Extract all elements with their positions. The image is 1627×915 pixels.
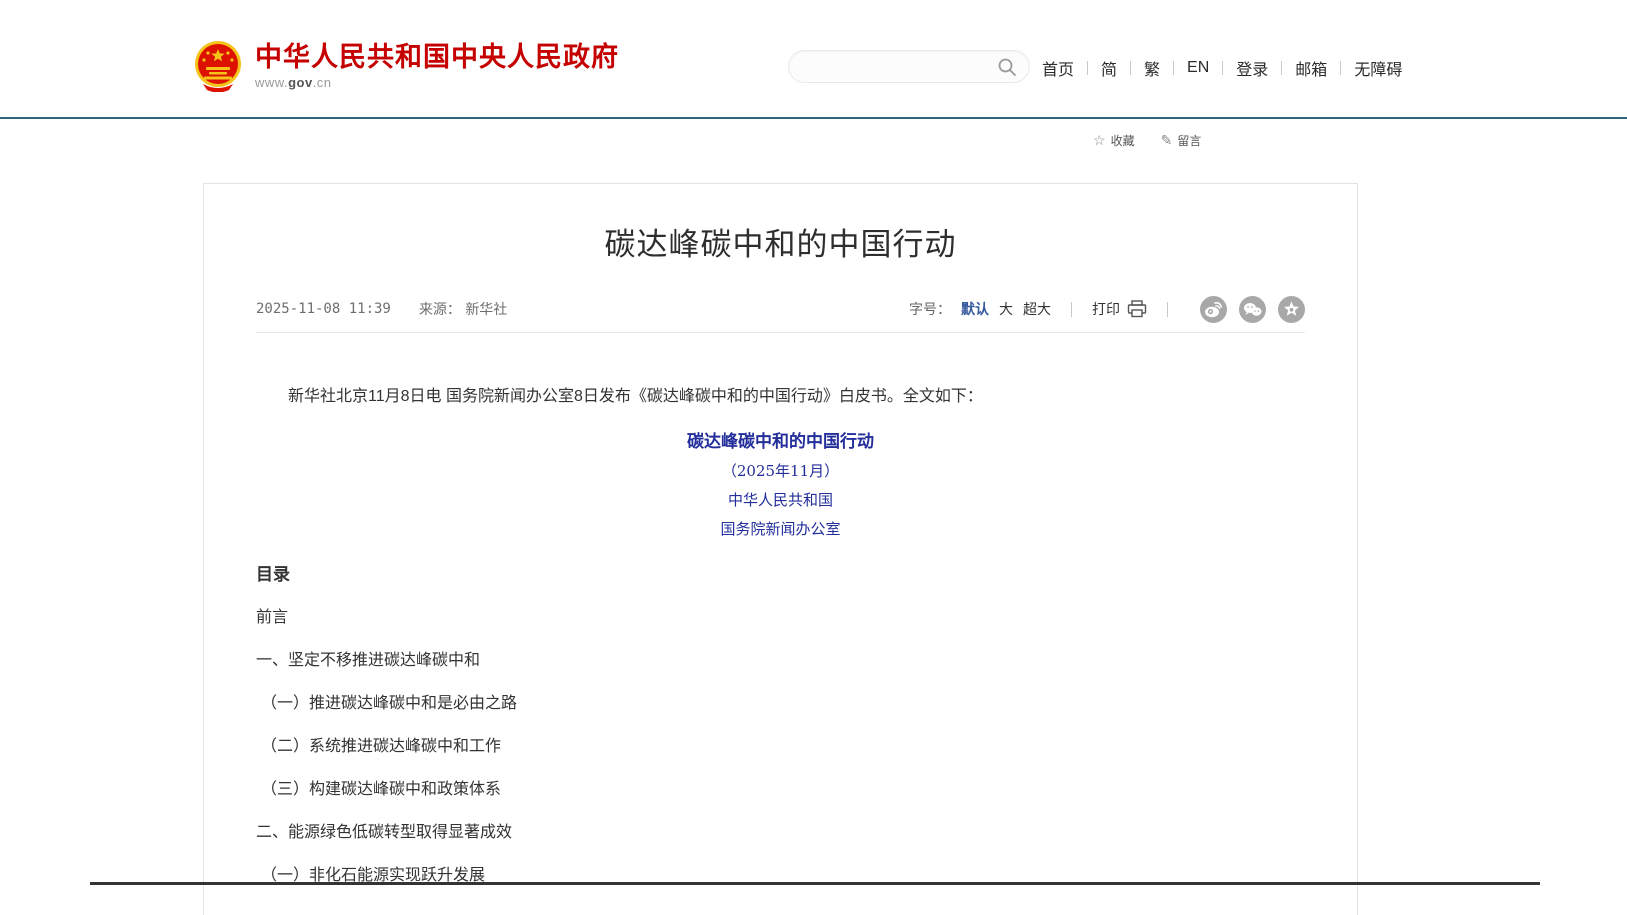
page: 中华人民共和国中央人民政府 www.gov.cn 首页 简 繁 EN 登录 [0,0,1627,915]
toc-item-chapter1-sec3: （三）构建碳达峰碳中和政策体系 [256,779,1305,801]
article-meta-left: 2025-11-08 11:39 来源： 新华社 [256,299,507,319]
toc-heading: 目录 [256,564,1305,586]
nav-home[interactable]: 首页 [1042,56,1074,80]
nav-separator [1173,61,1174,75]
meta-divider [1167,302,1168,317]
search-icon[interactable] [997,57,1017,77]
bottom-page-edge [90,882,1540,885]
toc-item-chapter2: 二、能源绿色低碳转型取得显著成效 [256,822,1305,844]
document-issuer-line1: 中华人民共和国 [256,490,1305,511]
site-title: 中华人民共和国中央人民政府 [255,42,619,72]
nav-separator [1281,61,1282,75]
document-title: 碳达峰碳中和的中国行动 [256,431,1305,453]
nav-separator [1087,61,1088,75]
article-card: 碳达峰碳中和的中国行动 2025-11-08 11:39 来源： 新华社 字号：… [203,183,1358,915]
nav-english[interactable]: EN [1187,59,1209,77]
national-emblem-icon [193,40,243,92]
favorite-button[interactable]: ☆ 收藏 [1093,132,1135,149]
site-title-block: 中华人民共和国中央人民政府 www.gov.cn [255,42,619,90]
site-url: www.gov.cn [255,75,619,90]
star-outline-icon: ☆ [1093,132,1106,149]
article-title: 碳达峰碳中和的中国行动 [204,224,1357,266]
nav-separator [1130,61,1131,75]
nav-traditional[interactable]: 繁 [1144,56,1160,80]
print-label: 打印 [1092,299,1120,319]
printer-icon [1127,300,1147,318]
article-meta-controls: 字号： 默认 大 超大 打印 [909,296,1305,323]
comment-button[interactable]: ✎ 留言 [1161,132,1202,149]
share-weibo-button[interactable] [1200,296,1227,323]
toc-item-chapter1-sec1: （一）推进碳达峰碳中和是必由之路 [256,693,1305,715]
meta-underline [256,332,1305,333]
favorite-label: 收藏 [1111,132,1135,149]
site-logo[interactable]: 中华人民共和国中央人民政府 www.gov.cn [193,40,619,92]
font-size-label: 字号： [909,299,951,319]
share-more-button[interactable] [1278,296,1305,323]
site-header: 中华人民共和国中央人民政府 www.gov.cn 首页 简 繁 EN 登录 [0,0,1627,119]
document-issuer-line2: 国务院新闻办公室 [256,519,1305,540]
weibo-icon [1200,296,1227,323]
font-size-xlarge-button[interactable]: 超大 [1023,299,1051,319]
search-box[interactable] [788,50,1030,83]
source: 来源： 新华社 [419,299,507,319]
top-nav: 首页 简 繁 EN 登录 邮箱 无障碍 [1042,56,1402,80]
toc-item-preface: 前言 [256,607,1305,629]
comment-label: 留言 [1177,132,1201,149]
source-label: 来源： [419,302,461,318]
document-date: （2025年11月） [256,461,1305,482]
wechat-icon [1239,296,1266,323]
nav-mail[interactable]: 邮箱 [1295,56,1327,80]
intro-paragraph: 新华社北京11月8日电 国务院新闻办公室8日发布《碳达峰碳中和的中国行动》白皮书… [256,385,1305,409]
search-input[interactable] [801,51,997,82]
nav-separator [1340,61,1341,75]
article-meta-row: 2025-11-08 11:39 来源： 新华社 字号： 默认 大 超大 打印 [256,294,1305,324]
toc-item-chapter1-sec2: （二）系统推进碳达峰碳中和工作 [256,736,1305,758]
source-value: 新华社 [465,302,507,318]
share-buttons [1188,296,1305,323]
share-wechat-button[interactable] [1239,296,1266,323]
font-size-default-button[interactable]: 默认 [961,299,989,319]
nav-separator [1222,61,1223,75]
meta-divider [1071,302,1072,317]
article-body: 新华社北京11月8日电 国务院新闻办公室8日发布《碳达峰碳中和的中国行动》白皮书… [256,385,1305,887]
toc-item-chapter1: 一、坚定不移推进碳达峰碳中和 [256,650,1305,672]
nav-login[interactable]: 登录 [1236,56,1268,80]
nav-simplified[interactable]: 简 [1101,56,1117,80]
print-button[interactable]: 打印 [1092,299,1147,319]
font-size-large-button[interactable]: 大 [999,299,1013,319]
publish-date: 2025-11-08 11:39 [256,301,391,317]
nav-accessibility[interactable]: 无障碍 [1354,56,1402,80]
pencil-icon: ✎ [1161,132,1173,149]
utility-links: ☆ 收藏 ✎ 留言 [1093,132,1227,149]
star-circle-icon [1278,296,1305,323]
